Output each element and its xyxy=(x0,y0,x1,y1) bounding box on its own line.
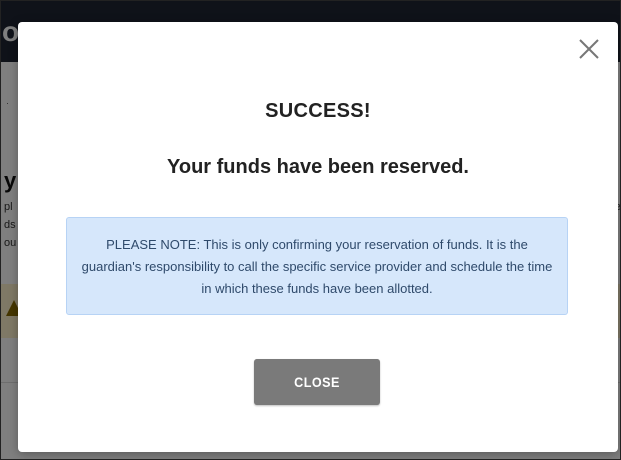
info-note-text: PLEASE NOTE: This is only confirming you… xyxy=(81,237,553,296)
modal-title: SUCCESS! xyxy=(265,100,371,122)
success-modal: SUCCESS! Your funds have been reserved. … xyxy=(18,22,618,452)
info-note: PLEASE NOTE: This is only confirming you… xyxy=(66,217,568,315)
close-icon[interactable] xyxy=(576,36,602,62)
close-button[interactable]: CLOSE xyxy=(254,359,380,405)
screen: or · y pl ds ou e t SUCCESS! Your funds … xyxy=(0,0,621,460)
modal-subtitle: Your funds have been reserved. xyxy=(167,156,469,178)
